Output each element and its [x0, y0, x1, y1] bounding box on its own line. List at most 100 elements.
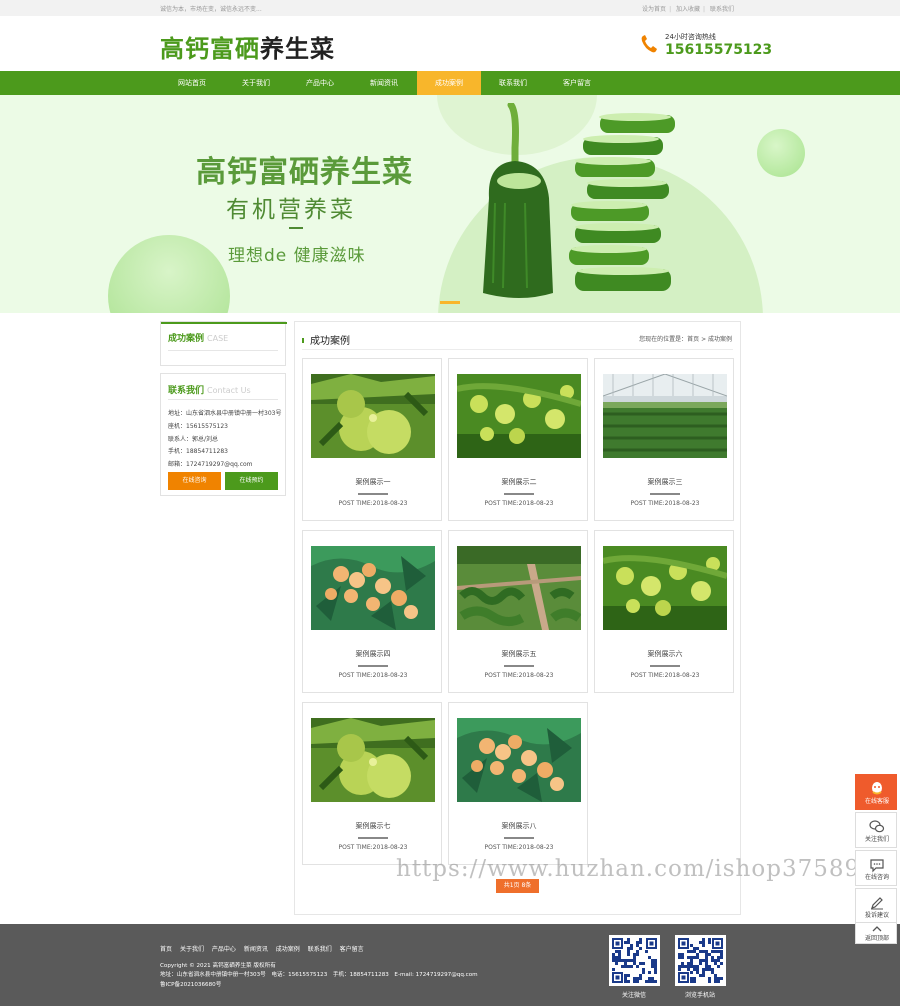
case-title[interactable]: 案例展示八 [449, 821, 589, 831]
float-label: 关注我们 [864, 836, 889, 843]
case-image[interactable] [457, 546, 581, 630]
case-title[interactable]: 案例展示三 [595, 477, 735, 487]
contact-landline: 座机：15615575123 [168, 423, 228, 430]
float-label: 在线客服 [864, 798, 889, 805]
sidebar-accent-bar [161, 322, 287, 324]
top-bar: 诚信为本，市场在变，诚信永远不变... 设为首页 | 加入收藏 | 联系我们 [0, 0, 900, 16]
set-homepage-link[interactable]: 设为首页 [642, 6, 666, 13]
phone-icon [641, 35, 657, 53]
watermark-text: https://www.huzhan.com/ishop37589 [396, 856, 861, 882]
footer-link-about[interactable]: 关于我们 [180, 946, 204, 953]
footer-link-home[interactable]: 首页 [160, 946, 172, 953]
case-image[interactable] [603, 374, 727, 458]
banner-deco-circle [757, 129, 805, 177]
nav-item-contact[interactable]: 联系我们 [481, 71, 545, 95]
logo-text-dark: 养生菜 [260, 35, 335, 63]
sidebar-contact-box: 联系我们 Contact Us 地址：山东省泗水县中册镇中册一村303号 座机：1… [160, 373, 286, 496]
case-card[interactable]: 案例展示二 POST TIME:2018-08-23 [448, 358, 588, 521]
float-feedback[interactable]: 投诉建议 [855, 888, 897, 924]
case-title[interactable]: 案例展示五 [449, 649, 589, 659]
case-card[interactable]: 案例展示七 POST TIME:2018-08-23 [302, 702, 442, 865]
case-divider [650, 665, 680, 667]
case-image[interactable] [603, 546, 727, 630]
case-date: POST TIME:2018-08-23 [484, 500, 554, 507]
case-divider [504, 493, 534, 495]
float-online-consult[interactable]: 在线咨询 [855, 850, 897, 886]
nav-item-products[interactable]: 产品中心 [288, 71, 352, 95]
case-card[interactable]: 案例展示一 POST TIME:2018-08-23 [302, 358, 442, 521]
top-links: 设为首页 | 加入收藏 | 联系我们 [642, 6, 734, 13]
contact-mobile: 手机：18854711283 [168, 448, 228, 455]
chat-bubble-icon [870, 859, 884, 873]
footer-icp[interactable]: 鲁ICP备2021036680号 [160, 980, 221, 988]
hero-banner[interactable]: 高钙富硒养生菜 有机营养菜 理想de 健康滋味 [0, 95, 900, 313]
contact-address: 地址：山东省泗水县中册镇中册一村303号 [168, 410, 282, 417]
main-nav: 网站首页 关于我们 产品中心 新闻资讯 成功案例 联系我们 客户留言 [0, 71, 900, 95]
banner-slide-indicator[interactable] [440, 301, 460, 304]
footer-link-message[interactable]: 客户留言 [340, 946, 364, 953]
case-image[interactable] [457, 374, 581, 458]
case-title[interactable]: 案例展示四 [303, 649, 443, 659]
banner-subtitle: 有机营养菜 [226, 197, 356, 223]
case-card[interactable]: 案例展示五 POST TIME:2018-08-23 [448, 530, 588, 693]
float-label: 投诉建议 [864, 912, 889, 919]
case-date: POST TIME:2018-08-23 [338, 500, 408, 507]
add-favorite-link[interactable]: 加入收藏 [676, 6, 700, 13]
case-divider [504, 837, 534, 839]
site-logo[interactable]: 高钙富硒养生菜 [160, 29, 335, 64]
cucumber-illustration [483, 103, 675, 298]
case-divider [358, 665, 388, 667]
footer-link-cases[interactable]: 成功案例 [276, 946, 300, 953]
case-card[interactable]: 案例展示三 POST TIME:2018-08-23 [594, 358, 734, 521]
online-consult-button[interactable]: 在线咨询 [168, 472, 221, 490]
case-divider [650, 493, 680, 495]
nav-item-cases[interactable]: 成功案例 [417, 71, 481, 95]
case-divider [358, 493, 388, 495]
mobile-qr-code [675, 935, 726, 986]
logo-text-green: 高钙富硒 [160, 35, 260, 63]
case-image[interactable] [311, 374, 435, 458]
sidebar-case-title: 成功案例 CASE [168, 334, 229, 344]
float-label: 返回顶部 [864, 935, 889, 942]
case-image[interactable] [457, 718, 581, 802]
case-divider [504, 665, 534, 667]
case-date: POST TIME:2018-08-23 [484, 672, 554, 679]
footer-link-contact[interactable]: 联系我们 [308, 946, 332, 953]
case-title[interactable]: 案例展示二 [449, 477, 589, 487]
float-online-service[interactable]: 在线客服 [855, 774, 897, 810]
float-back-to-top[interactable]: 返回顶部 [855, 922, 897, 944]
case-date: POST TIME:2018-08-23 [338, 672, 408, 679]
case-title[interactable]: 案例展示七 [303, 821, 443, 831]
nav-item-news[interactable]: 新闻资讯 [352, 71, 416, 95]
case-card[interactable]: 案例展示八 POST TIME:2018-08-23 [448, 702, 588, 865]
contact-us-link[interactable]: 联系我们 [710, 6, 734, 13]
header: 高钙富硒养生菜 24小时咨询热线 15615575123 [0, 16, 900, 71]
footer-copyright: Copyright © 2021 高钙富硒养生菜 版权所有 [160, 963, 276, 969]
case-image[interactable] [311, 546, 435, 630]
float-follow-us[interactable]: 关注我们 [855, 812, 897, 848]
sidebar-contact-title: 联系我们 Contact Us [168, 386, 251, 396]
slogan-text: 诚信为本，市场在变，诚信永远不变... [160, 6, 262, 13]
hotline-label: 24小时咨询热线 [665, 33, 716, 41]
wechat-qr-label: 关注微信 [621, 992, 646, 999]
contact-email: 邮箱：1724719297@qq.com [168, 461, 253, 468]
nav-item-about[interactable]: 关于我们 [224, 71, 288, 95]
case-divider [358, 837, 388, 839]
case-image[interactable] [311, 718, 435, 802]
float-label: 在线咨询 [864, 874, 889, 881]
sidebar-case-box: 成功案例 CASE [160, 321, 287, 366]
nav-item-home[interactable]: 网站首页 [160, 71, 224, 95]
nav-item-message[interactable]: 客户留言 [545, 71, 609, 95]
footer-link-products[interactable]: 产品中心 [212, 946, 236, 953]
breadcrumb[interactable]: 您现在的位置是：首页 > 成功案例 [639, 334, 732, 343]
footer-link-news[interactable]: 新闻资讯 [244, 946, 268, 953]
main-content: 成功案例 您现在的位置是：首页 > 成功案例 案例展示一 POST TIME:20… [294, 321, 741, 915]
case-card[interactable]: 案例展示六 POST TIME:2018-08-23 [594, 530, 734, 693]
case-title[interactable]: 案例展示六 [595, 649, 735, 659]
case-card[interactable]: 案例展示四 POST TIME:2018-08-23 [302, 530, 442, 693]
case-date: POST TIME:2018-08-23 [630, 500, 700, 507]
wechat-qr-code [609, 935, 660, 986]
online-booking-button[interactable]: 在线预约 [225, 472, 278, 490]
mobile-qr-label: 浏览手机站 [684, 992, 715, 999]
case-title[interactable]: 案例展示一 [303, 477, 443, 487]
